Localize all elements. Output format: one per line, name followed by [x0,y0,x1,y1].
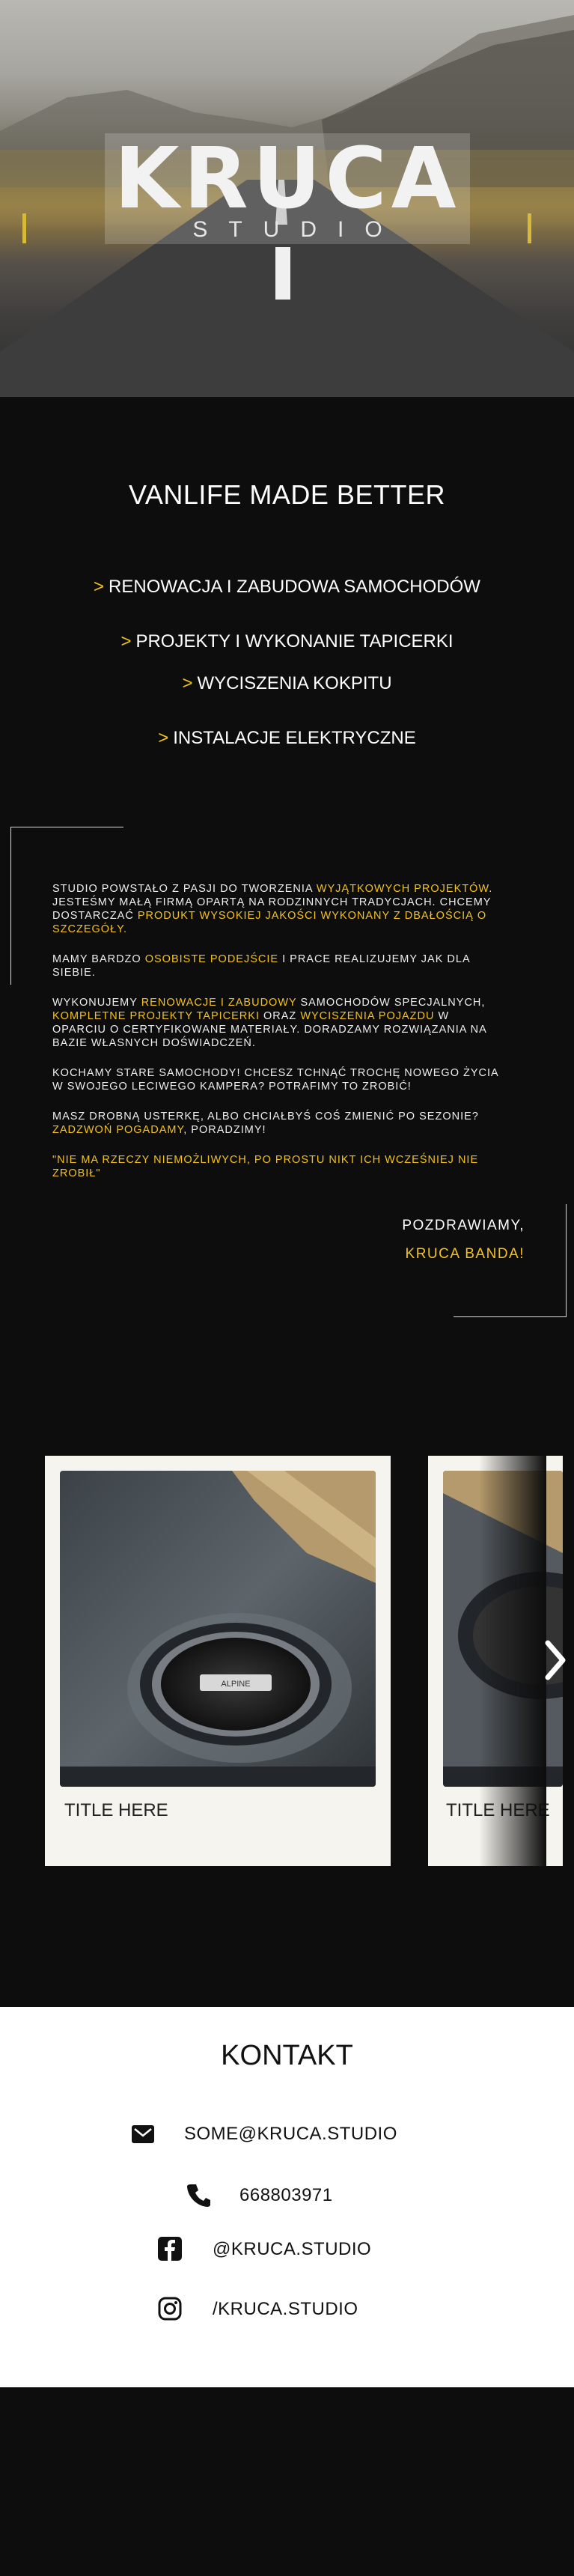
contact-email[interactable]: SOME@KRUCA.STUDIO [0,2121,574,2151]
contact-section: KONTAKT SOME@KRUCA.STUDIO 668803971 @KRU… [0,2007,574,2387]
phone-icon [187,2184,210,2207]
arrow-icon: > [182,673,193,693]
logo-wordmark: KRUCA [114,130,461,228]
contact-phone[interactable]: 668803971 [0,2182,574,2212]
contact-facebook[interactable]: @KRUCA.STUDIO [0,2236,574,2266]
about-paragraph: STUDIO POWSTAŁO Z PASJI DO TWORZENIA WYJ… [52,883,493,935]
contact-instagram[interactable]: /KRUCA.STUDIO [0,2296,574,2326]
service-item: > INSTALACJE ELEKTRYCZNE [0,728,574,749]
about-quote: "NIE MA RZECZY NIEMOŻLIWYCH, PO PROSTU N… [52,1154,479,1179]
facebook-text[interactable]: @KRUCA.STUDIO [213,2239,371,2260]
hero-banner: KRUCA STUDIO [0,0,574,397]
card-image: ALPINE [60,1471,376,1787]
page-title: VANLIFE MADE BETTER [129,479,445,510]
about-paragraph: MAMY BARDZO OSOBISTE PODEJŚCIE I PRACE R… [52,953,470,979]
card-badge: ALPINE [221,1680,250,1689]
instagram-text[interactable]: /KRUCA.STUDIO [213,2299,358,2320]
carousel-fade [479,1453,546,1869]
instagram-icon [158,2297,182,2321]
contact-title: KONTAKT [221,2040,353,2071]
service-label: INSTALACJE ELEKTRYCZNE [173,728,416,748]
about-paragraph: WYKONUJEMY RENOWACJE I ZABUDOWY SAMOCHOD… [52,997,487,1049]
service-label: RENOWACJA I ZABUDOWA SAMOCHODÓW [109,577,480,597]
arrow-icon: > [94,577,105,597]
logo[interactable]: KRUCA STUDIO [105,133,470,244]
service-label: WYCISZENIA KOKPITU [197,673,392,693]
about-paragraph: KOCHAMY STARE SAMOCHODY! CHCESZ TCHNĄĆ T… [52,1067,498,1093]
gallery-card[interactable]: ALPINE TITLE HERE [45,1456,391,1866]
service-label: PROJEKTY I WYKONANIE TAPICERKI [135,631,454,651]
service-item: > RENOWACJA I ZABUDOWA SAMOCHODÓW [0,577,574,598]
facebook-icon [158,2237,182,2261]
service-item: > PROJEKTY I WYKONANIE TAPICERKI [0,631,574,652]
arrow-icon: > [120,631,132,651]
logo-subtitle: STUDIO [192,217,403,242]
service-item: > WYCISZENIA KOKPITU [0,673,574,694]
call-link[interactable]: ZADZWOŃ POGADAMY [52,1124,183,1136]
email-text[interactable]: SOME@KRUCA.STUDIO [184,2124,397,2145]
about-text: STUDIO POWSTAŁO Z PASJI DO TWORZENIA WYJ… [52,882,504,1197]
email-icon [132,2125,154,2143]
decorative-frame-bottom [454,1204,567,1317]
phone-text[interactable]: 668803971 [239,2185,333,2206]
about-paragraph: MASZ DROBNĄ USTERKĘ, ALBO CHCIAŁBYŚ COŚ … [52,1111,479,1136]
footer-area [0,2387,574,2576]
chevron-right-icon[interactable] [542,1638,569,1682]
card-title: TITLE HERE [64,1800,168,1820]
arrow-icon: > [158,728,169,748]
